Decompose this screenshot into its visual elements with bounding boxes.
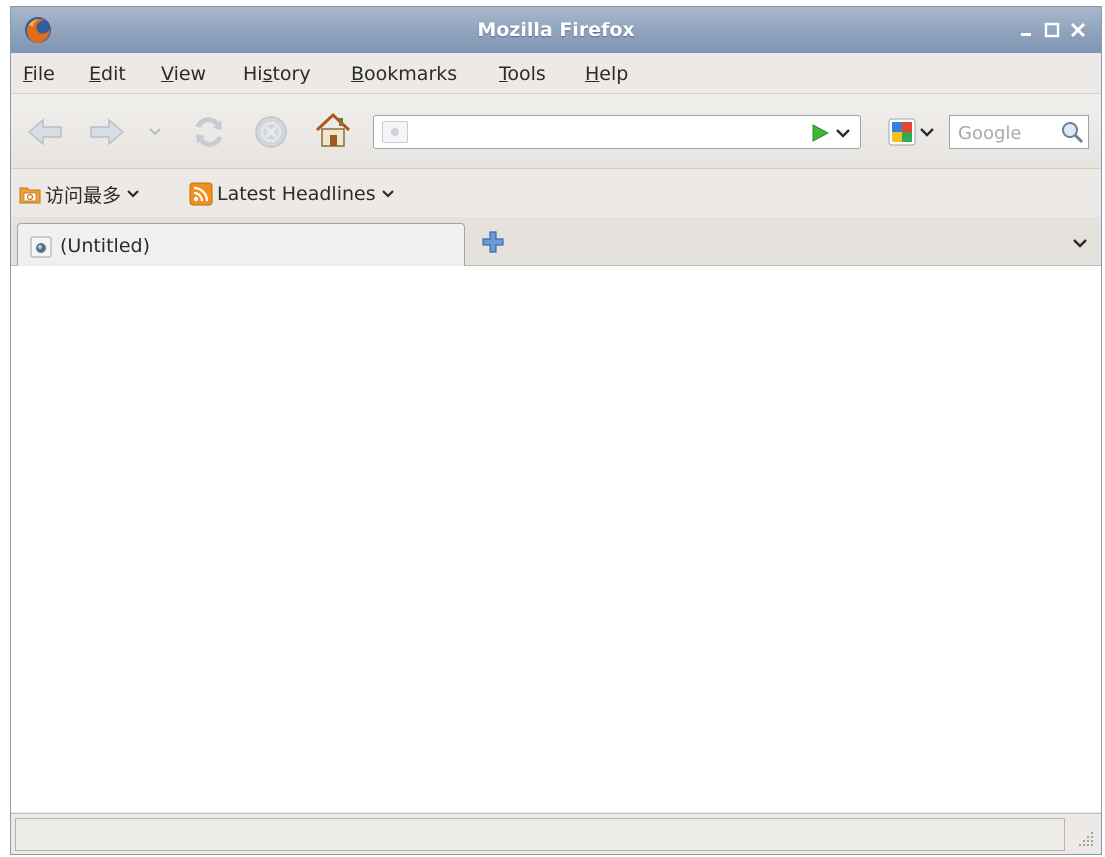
menu-bookmarks[interactable]: Bookmarks: [351, 63, 457, 85]
menu-tools[interactable]: Tools: [499, 63, 546, 85]
rss-feed-icon: [189, 182, 213, 206]
bookmark-label: Latest Headlines: [217, 183, 376, 205]
google-engine-icon: [888, 118, 934, 146]
menu-edit[interactable]: Edit: [89, 63, 126, 85]
bookmark-most-visited[interactable]: 访问最多: [19, 181, 141, 207]
back-arrow-icon[interactable]: [25, 116, 65, 148]
menu-view[interactable]: View: [161, 63, 206, 85]
tab-untitled[interactable]: (Untitled): [17, 223, 465, 266]
page-content-area[interactable]: [11, 266, 1101, 812]
navigation-toolbar: [11, 94, 1101, 169]
search-engine-selector[interactable]: [883, 115, 947, 149]
search-box[interactable]: [949, 115, 1089, 149]
maximize-icon[interactable]: [1041, 19, 1063, 41]
home-icon[interactable]: [313, 110, 353, 150]
tab-strip: (Untitled): [11, 217, 1101, 266]
menu-help[interactable]: Help: [585, 63, 628, 85]
forward-arrow-icon[interactable]: [87, 116, 127, 148]
tab-list-dropdown-icon[interactable]: [1071, 237, 1089, 251]
bookmark-label: 访问最多: [45, 184, 122, 207]
menu-history[interactable]: History: [243, 63, 311, 85]
url-input[interactable]: [418, 122, 802, 144]
magnifier-icon[interactable]: [1060, 120, 1084, 144]
go-arrow-icon[interactable]: [810, 123, 830, 143]
chevron-down-icon: [381, 190, 394, 198]
bookmarks-toolbar: 访问最多 Latest Headlines: [11, 169, 1101, 218]
bookmark-latest-headlines[interactable]: Latest Headlines: [189, 181, 396, 207]
status-bar: [11, 813, 1101, 854]
url-bar[interactable]: [373, 115, 861, 149]
history-dropdown-icon[interactable]: [147, 126, 163, 138]
status-panel: [15, 818, 1065, 851]
browser-window: Mozilla Firefox File Edit View History B…: [10, 6, 1102, 855]
menu-bar: File Edit View History Bookmarks Tools H…: [11, 53, 1101, 94]
resize-grip-icon[interactable]: [1073, 826, 1097, 850]
tab-label: (Untitled): [60, 235, 150, 257]
menu-file[interactable]: File: [23, 63, 55, 85]
stop-icon[interactable]: [253, 114, 289, 150]
new-tab-plus-icon[interactable]: [481, 230, 505, 254]
title-bar[interactable]: Mozilla Firefox: [11, 7, 1101, 53]
search-input[interactable]: [956, 122, 1060, 145]
page-favicon-icon: [30, 236, 52, 258]
folder-icon: [19, 187, 41, 204]
close-icon[interactable]: [1067, 19, 1089, 41]
reload-icon[interactable]: [191, 114, 227, 150]
url-dropdown-icon[interactable]: [834, 124, 852, 142]
chevron-down-icon: [127, 190, 139, 198]
page-site-icon[interactable]: [382, 121, 408, 143]
window-title: Mozilla Firefox: [477, 19, 635, 41]
minimize-icon[interactable]: [1015, 19, 1037, 41]
